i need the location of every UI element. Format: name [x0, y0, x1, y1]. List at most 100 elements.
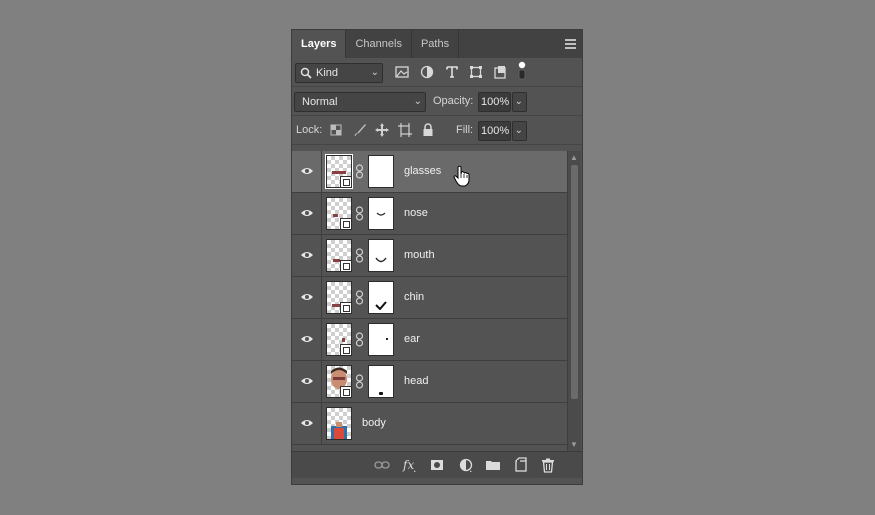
eye-icon: [301, 336, 313, 342]
layer-thumbnail[interactable]: [326, 281, 352, 314]
lock-image-pixels-icon[interactable]: [352, 122, 368, 138]
layers-scrollbar[interactable]: ▲ ▼: [567, 151, 581, 451]
filter-kind-select[interactable]: Kind ⌄: [295, 63, 383, 83]
layer-mask-thumbnail[interactable]: [368, 197, 394, 230]
visibility-toggle[interactable]: [292, 193, 322, 235]
filter-toggle-icon[interactable]: [518, 61, 526, 81]
layer-row-glasses[interactable]: glasses: [292, 151, 567, 193]
layer-thumbnail[interactable]: [326, 407, 352, 440]
layer-name[interactable]: body: [362, 417, 386, 429]
layer-row-head[interactable]: head: [292, 361, 567, 403]
layer-row-nose[interactable]: nose: [292, 193, 567, 235]
layer-row-ear[interactable]: ear: [292, 319, 567, 361]
layer-thumbnail[interactable]: [326, 365, 352, 398]
image-filter-icon[interactable]: [394, 64, 410, 80]
blend-mode-select[interactable]: Normal ⌄: [294, 92, 426, 112]
chevron-down-icon: ⌄: [413, 96, 422, 107]
smart-object-badge-icon: [340, 176, 351, 187]
smart-object-filter-icon[interactable]: [492, 64, 508, 80]
layers-panel: Layers Channels Paths Kind ⌄ Normal ⌄ Op…: [291, 29, 583, 485]
visibility-toggle[interactable]: [292, 151, 322, 193]
search-icon: [300, 67, 312, 79]
type-filter-icon[interactable]: [444, 64, 460, 80]
delete-icon[interactable]: [540, 457, 556, 473]
visibility-toggle[interactable]: [292, 319, 322, 361]
layer-mask-thumbnail[interactable]: [368, 281, 394, 314]
visibility-toggle[interactable]: [292, 235, 322, 277]
new-group-icon[interactable]: [485, 457, 501, 473]
smart-object-badge-icon: [340, 344, 351, 355]
shape-filter-icon[interactable]: [468, 64, 484, 80]
layer-mask-thumbnail[interactable]: [368, 239, 394, 272]
chain-link-icon[interactable]: [355, 206, 364, 221]
adjustment-layer-icon[interactable]: [458, 457, 474, 473]
layer-name[interactable]: chin: [404, 291, 424, 303]
new-layer-icon[interactable]: [513, 457, 529, 473]
layers-footer: fx: [292, 451, 582, 478]
layer-name[interactable]: glasses: [404, 165, 441, 177]
chain-link-icon[interactable]: [355, 332, 364, 347]
layer-name[interactable]: head: [404, 375, 428, 387]
fill-dropdown[interactable]: ⌄: [512, 121, 527, 141]
layer-name[interactable]: ear: [404, 333, 420, 345]
layer-thumbnail[interactable]: [326, 197, 352, 230]
layer-row-chin[interactable]: chin: [292, 277, 567, 319]
layer-name[interactable]: nose: [404, 207, 428, 219]
adjustment-filter-icon[interactable]: [419, 64, 435, 80]
eye-icon: [301, 210, 313, 216]
lock-artboard-icon[interactable]: [397, 122, 413, 138]
smart-object-badge-icon: [340, 218, 351, 229]
lock-transparent-pixels-icon[interactable]: [328, 122, 344, 138]
scrollbar-thumb[interactable]: [571, 165, 578, 399]
fill-value: 100%: [481, 125, 510, 137]
chain-link-icon[interactable]: [355, 164, 364, 179]
add-mask-icon[interactable]: [429, 457, 445, 473]
layer-mask-thumbnail[interactable]: [368, 323, 394, 356]
opacity-dropdown[interactable]: ⌄: [512, 92, 527, 112]
visibility-toggle[interactable]: [292, 403, 322, 445]
visibility-toggle[interactable]: [292, 277, 322, 319]
visibility-toggle[interactable]: [292, 361, 322, 403]
panel-tabs: Layers Channels Paths: [292, 30, 582, 58]
chevron-down-icon: ⌄: [514, 125, 523, 136]
opacity-input[interactable]: 100%: [478, 92, 511, 112]
chevron-down-icon: ⌄: [514, 96, 523, 107]
link-layers-icon[interactable]: [374, 457, 390, 473]
layer-thumbnail[interactable]: [326, 323, 352, 356]
layer-row-mouth[interactable]: mouth: [292, 235, 567, 277]
layers-list: glasses nose mouth chin ear head body: [292, 151, 567, 451]
lock-all-icon[interactable]: [420, 122, 436, 138]
layer-thumbnail[interactable]: [326, 239, 352, 272]
chain-link-icon[interactable]: [355, 248, 364, 263]
lock-position-icon[interactable]: [374, 122, 390, 138]
layer-mask-thumbnail[interactable]: [368, 155, 394, 188]
chain-link-icon[interactable]: [355, 290, 364, 305]
chevron-down-icon: ⌄: [370, 67, 379, 78]
fill-input[interactable]: 100%: [478, 121, 511, 141]
eye-icon: [301, 294, 313, 300]
chain-link-icon[interactable]: [355, 374, 364, 389]
lock-row: Lock: Fill: 100% ⌄: [292, 116, 582, 145]
panel-menu-icon[interactable]: [565, 39, 576, 49]
layer-name[interactable]: mouth: [404, 249, 435, 261]
tab-layers[interactable]: Layers: [292, 30, 347, 58]
opacity-label: Opacity:: [433, 95, 474, 107]
smart-object-badge-icon: [340, 260, 351, 271]
eye-icon: [301, 378, 313, 384]
layer-mask-thumbnail[interactable]: [368, 365, 394, 398]
scroll-up-icon[interactable]: ▲: [570, 153, 578, 162]
fx-icon[interactable]: fx: [402, 457, 418, 473]
tab-channels[interactable]: Channels: [346, 30, 412, 58]
hand-cursor-icon: [453, 165, 470, 187]
layer-row-body[interactable]: body: [292, 403, 567, 445]
scroll-down-icon[interactable]: ▼: [570, 440, 578, 449]
layer-thumbnail[interactable]: [325, 154, 353, 189]
filter-kind-label: Kind: [316, 67, 339, 79]
tab-paths[interactable]: Paths: [412, 30, 460, 58]
blend-row: Normal ⌄ Opacity: 100% ⌄: [292, 87, 582, 116]
opacity-value: 100%: [481, 96, 510, 108]
smart-object-badge-icon: [340, 386, 351, 397]
fill-label: Fill:: [456, 124, 474, 136]
eye-icon: [301, 420, 313, 426]
smart-object-badge-icon: [340, 302, 351, 313]
